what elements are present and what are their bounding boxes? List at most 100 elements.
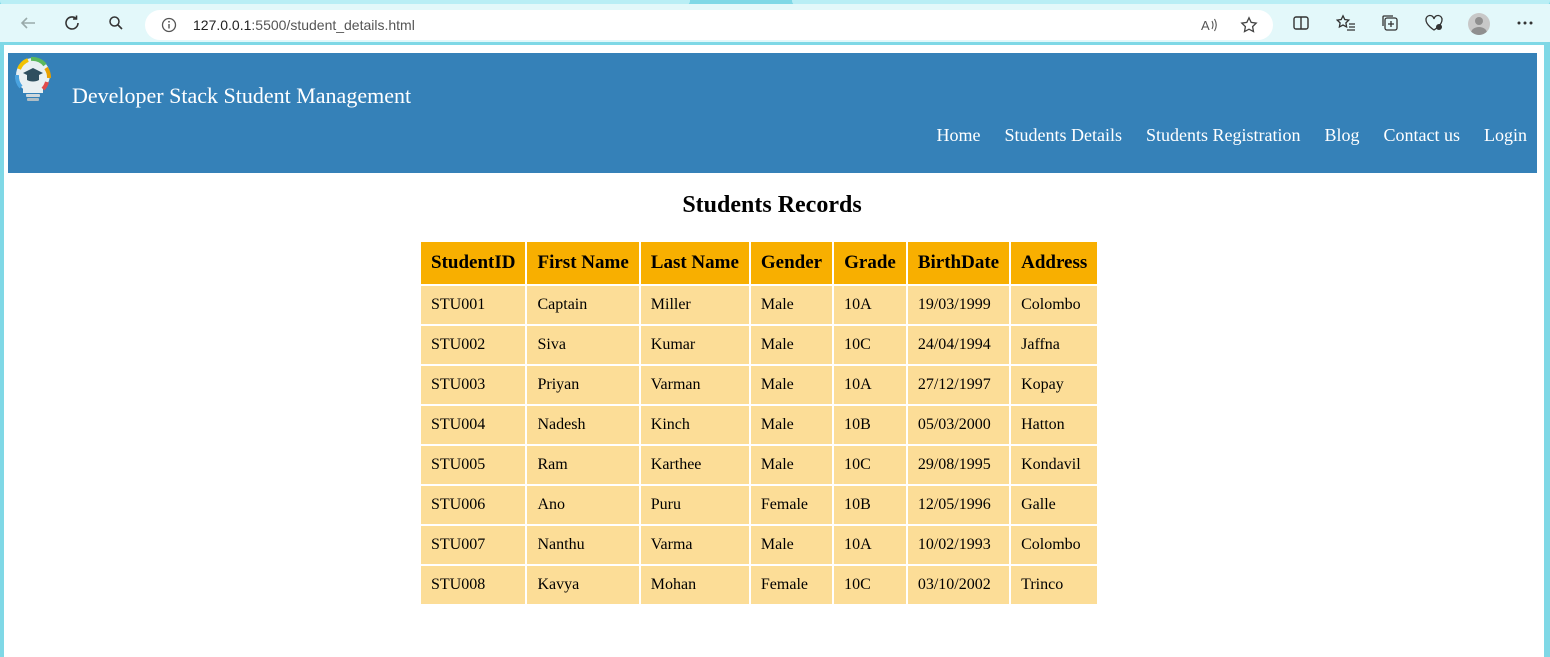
cell-grade: 10C [834, 566, 906, 604]
url-host: 127.0.0.1 [193, 17, 252, 33]
svg-text:A: A [1201, 18, 1210, 33]
cell-first-name: Priyan [527, 366, 639, 404]
favorites-list-icon[interactable] [1328, 4, 1364, 42]
cell-birthdate: 03/10/2002 [907, 566, 1010, 604]
cell-grade: 10B [834, 486, 906, 524]
column-header-first-name: First Name [527, 242, 639, 284]
cell-last-name: Kumar [640, 326, 749, 364]
cell-birthdate: 24/04/1994 [907, 326, 1010, 364]
table-body: STU001 Captain Miller Male 10A 19/03/1999 Colo… [421, 286, 1098, 604]
cell-first-name: Kavya [527, 566, 639, 604]
cell-last-name: Mohan [640, 566, 749, 604]
cell-grade: 10A [834, 526, 906, 564]
table-row: STU007 Nanthu Varma Male 10A 10/02/1993 Colomb… [421, 526, 1098, 564]
nav-students-details[interactable]: Students Details [1004, 125, 1122, 146]
students-table: StudentID First Name Last Name Gender Gr… [419, 240, 1099, 606]
cell-address: Colombo [1011, 286, 1098, 324]
cell-first-name: Nanthu [527, 526, 639, 564]
address-bar[interactable]: 127.0.0.1:5500/student_details.html A [145, 10, 1273, 40]
table-row: STU003 Priyan Varman Male 10A 27/12/1997 Kopay [421, 366, 1098, 404]
table-row: STU002 Siva Kumar Male 10C 24/04/1994 Jaffna [421, 326, 1098, 364]
cell-last-name: Puru [640, 486, 749, 524]
site-header: Developer Stack Student Management Home … [8, 53, 1537, 173]
cell-gender: Male [750, 286, 833, 324]
cell-birthdate: 12/05/1996 [907, 486, 1010, 524]
cell-grade: 10A [834, 366, 906, 404]
nav-students-registration[interactable]: Students Registration [1146, 125, 1301, 146]
back-icon[interactable] [10, 4, 46, 42]
cell-last-name: Kinch [640, 406, 749, 444]
cell-address: Kopay [1011, 366, 1098, 404]
cell-gender: Female [750, 486, 833, 524]
cell-address: Hatton [1011, 406, 1098, 444]
cell-address: Galle [1011, 486, 1098, 524]
favorite-star-icon[interactable] [1234, 10, 1264, 40]
cell-grade: 10C [834, 326, 906, 364]
page-title: Students Records [682, 192, 862, 218]
cell-first-name: Siva [527, 326, 639, 364]
table-row: STU006 Ano Puru Female 10B 12/05/1996 Galle [421, 486, 1098, 524]
nav-blog[interactable]: Blog [1324, 125, 1359, 146]
cell-grade: 10A [834, 286, 906, 324]
cell-student-id: STU005 [421, 446, 526, 484]
site-info-icon[interactable] [161, 17, 177, 33]
cell-gender: Male [750, 526, 833, 564]
cell-address: Jaffna [1011, 326, 1098, 364]
cell-student-id: STU006 [421, 486, 526, 524]
cell-gender: Male [750, 446, 833, 484]
table-header-row: StudentID First Name Last Name Gender Gr… [421, 242, 1098, 284]
cell-first-name: Ram [527, 446, 639, 484]
table-row: STU005 Ram Karthee Male 10C 29/08/1995 Kondavi… [421, 446, 1098, 484]
cell-gender: Male [750, 366, 833, 404]
table-row: STU008 Kavya Mohan Female 10C 03/10/2002 Trinc… [421, 566, 1098, 604]
cell-last-name: Karthee [640, 446, 749, 484]
cell-grade: 10C [834, 446, 906, 484]
collections-icon[interactable] [1372, 4, 1408, 42]
cell-first-name: Nadesh [527, 406, 639, 444]
cell-student-id: STU007 [421, 526, 526, 564]
split-screen-icon[interactable] [1283, 4, 1319, 42]
site-title: Developer Stack Student Management [72, 83, 412, 108]
column-header-grade: Grade [834, 242, 906, 284]
nav-login[interactable]: Login [1484, 125, 1527, 146]
table-row: STU001 Captain Miller Male 10A 19/03/1999 Colo… [421, 286, 1098, 324]
cell-student-id: STU002 [421, 326, 526, 364]
cell-first-name: Ano [527, 486, 639, 524]
more-options-icon[interactable] [1507, 4, 1543, 42]
column-header-address: Address [1011, 242, 1098, 284]
column-header-birthdate: BirthDate [907, 242, 1010, 284]
read-aloud-icon[interactable]: A [1194, 10, 1224, 40]
browser-essentials-icon[interactable] [1416, 4, 1452, 42]
cell-last-name: Varman [640, 366, 749, 404]
cell-gender: Male [750, 326, 833, 364]
cell-birthdate: 05/03/2000 [907, 406, 1010, 444]
column-header-last-name: Last Name [640, 242, 749, 284]
nav-contact-us[interactable]: Contact us [1384, 125, 1461, 146]
profile-avatar-icon[interactable] [1468, 13, 1490, 35]
cell-address: Trinco [1011, 566, 1098, 604]
column-header-gender: Gender [750, 242, 833, 284]
url-path: :5500/student_details.html [251, 17, 415, 33]
cell-gender: Male [750, 406, 833, 444]
cell-grade: 10B [834, 406, 906, 444]
cell-student-id: STU008 [421, 566, 526, 604]
search-icon[interactable] [98, 4, 134, 42]
refresh-icon[interactable] [54, 4, 90, 42]
url-text: 127.0.0.1:5500/student_details.html [193, 10, 415, 40]
browser-toolbar: 127.0.0.1:5500/student_details.html A [0, 4, 1550, 42]
cell-address: Colombo [1011, 526, 1098, 564]
cell-gender: Female [750, 566, 833, 604]
cell-student-id: STU004 [421, 406, 526, 444]
column-header-student-id: StudentID [421, 242, 526, 284]
cell-student-id: STU001 [421, 286, 526, 324]
cell-birthdate: 10/02/1993 [907, 526, 1010, 564]
nav-home[interactable]: Home [936, 125, 980, 146]
cell-birthdate: 27/12/1997 [907, 366, 1010, 404]
lightbulb-logo-icon [9, 55, 57, 103]
table-row: STU004 Nadesh Kinch Male 10B 05/03/2000 Hatton [421, 406, 1098, 444]
cell-first-name: Captain [527, 286, 639, 324]
cell-birthdate: 29/08/1995 [907, 446, 1010, 484]
cell-address: Kondavil [1011, 446, 1098, 484]
cell-student-id: STU003 [421, 366, 526, 404]
main-nav: Home Students Details Students Registrat… [912, 125, 1527, 146]
